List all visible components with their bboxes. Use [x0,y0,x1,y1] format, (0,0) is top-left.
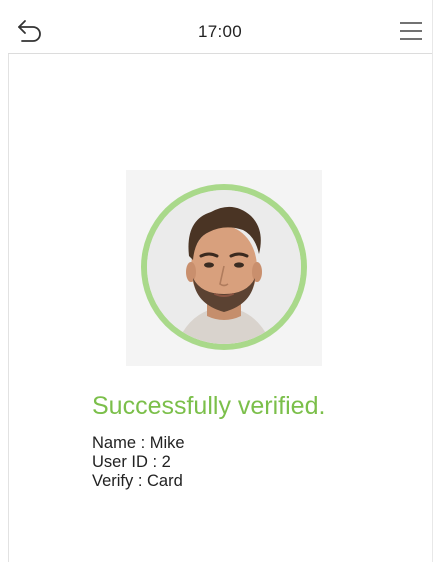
clock-time: 17:00 [197,22,243,41]
verify-method-line: Verify : Card [92,472,183,490]
verification-screen: 17:00 Successfully verified. Name: Mike… [0,0,433,562]
user-name-line: Name : Mike [92,434,185,452]
user-info-block: Name : Mike User ID : 2 Verify : Card [92,434,185,491]
top-bar: 17:00 [8,8,432,54]
user-id-line: User ID : 2 [92,453,171,471]
frame-left-border [8,54,9,562]
verification-status-message: Successfully verified. [92,392,326,420]
user-face-photo [147,190,301,344]
hamburger-menu-icon[interactable] [398,19,424,43]
user-avatar-icon [147,190,301,344]
